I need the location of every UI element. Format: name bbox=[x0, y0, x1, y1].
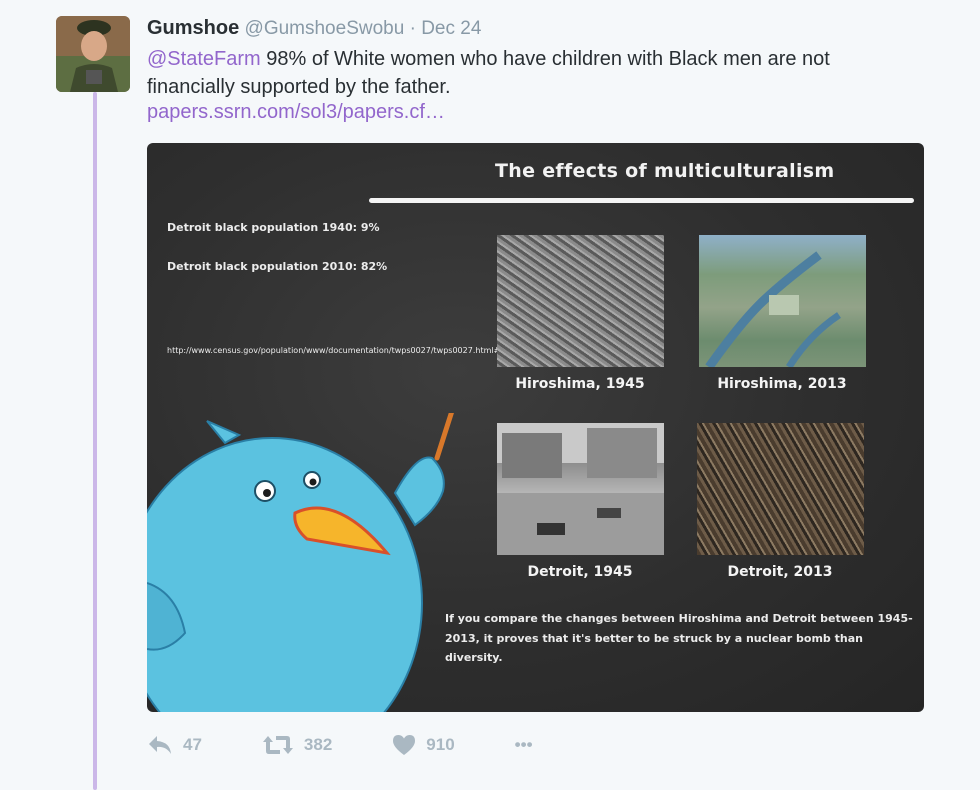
stat-2010: Detroit black population 2010: 82% bbox=[167, 260, 388, 273]
author-handle[interactable]: @GumshoeSwobu bbox=[245, 18, 405, 39]
photo-detroit-2013 bbox=[697, 423, 864, 555]
avatar-portrait bbox=[56, 16, 130, 92]
tweet-header: Gumshoe @GumshoeSwobu · Dec 24 bbox=[147, 17, 481, 40]
retweet-icon bbox=[262, 736, 293, 754]
retweet-count: 382 bbox=[303, 735, 333, 754]
board-title: The effects of multiculturalism bbox=[495, 160, 835, 182]
photo-hiroshima-2013 bbox=[699, 235, 866, 370]
reply-count: 47 bbox=[183, 735, 202, 754]
board-rule bbox=[369, 198, 914, 203]
heart-icon bbox=[393, 735, 416, 755]
avatar[interactable] bbox=[56, 16, 130, 92]
thread-line bbox=[93, 92, 97, 790]
like-button[interactable]: 910 bbox=[392, 734, 455, 756]
reply-button[interactable]: 47 bbox=[147, 734, 202, 756]
caption-hiroshima-2013: Hiroshima, 2013 bbox=[717, 376, 847, 392]
photo-detroit-1945 bbox=[497, 423, 664, 555]
photo-hiroshima-1945 bbox=[497, 235, 664, 367]
retweet-button[interactable]: 382 bbox=[262, 734, 332, 756]
caption-hiroshima-1945: Hiroshima, 1945 bbox=[515, 376, 645, 392]
source-url: http://www.census.gov/population/www/doc… bbox=[167, 346, 522, 355]
like-count: 910 bbox=[426, 735, 455, 754]
more-icon: ••• bbox=[514, 735, 533, 754]
more-button[interactable]: ••• bbox=[515, 735, 533, 755]
reply-icon bbox=[149, 736, 171, 754]
tweet-text: @StateFarm 98% of White women who have c… bbox=[147, 45, 907, 101]
mention-link[interactable]: @StateFarm bbox=[147, 48, 261, 70]
header-separator: · bbox=[409, 18, 416, 39]
tweet-actions: 47 382 910 ••• bbox=[147, 732, 533, 758]
author-name[interactable]: Gumshoe bbox=[147, 17, 239, 39]
tweet-date[interactable]: Dec 24 bbox=[421, 18, 481, 39]
caption-detroit-2013: Detroit, 2013 bbox=[727, 564, 833, 580]
bird-illustration bbox=[147, 413, 454, 712]
tweet-url-link[interactable]: papers.ssrn.com/sol3/papers.cf… bbox=[147, 101, 445, 124]
caption-detroit-1945: Detroit, 1945 bbox=[527, 564, 633, 580]
media-image[interactable]: The effects of multiculturalism Detroit … bbox=[147, 143, 924, 712]
stat-1940: Detroit black population 1940: 9% bbox=[167, 221, 380, 234]
conclusion-text: If you compare the changes between Hiros… bbox=[445, 612, 913, 664]
